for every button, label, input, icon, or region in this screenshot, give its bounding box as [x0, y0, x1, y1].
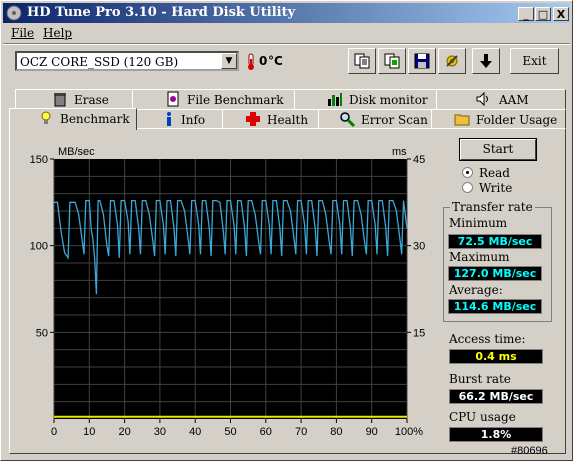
write-radio-label: Write: [479, 181, 513, 195]
x-tick-label: 50: [224, 426, 236, 438]
tab-file-benchmark-label: File Benchmark: [187, 93, 284, 107]
x-tick-label: 90: [366, 426, 378, 438]
tab-aam[interactable]: AAM: [436, 89, 566, 109]
read-radio-dot[interactable]: [462, 167, 473, 178]
maximum-value: 127.0 MB/sec: [448, 266, 542, 281]
tab-benchmark[interactable]: Benchmark: [9, 108, 137, 130]
temperature-unit: °C: [268, 54, 283, 68]
y2-tick-label: 30: [413, 241, 425, 253]
y-tick-label: 100: [30, 241, 48, 253]
y-tick-label: 150: [30, 154, 48, 166]
temperature-value: 0: [259, 54, 268, 68]
write-radio[interactable]: Write: [462, 181, 552, 196]
write-radio-dot[interactable]: [462, 182, 473, 193]
copy-info-button[interactable]: [378, 48, 406, 74]
options-button[interactable]: [438, 48, 466, 74]
menu-bar: File Help: [3, 24, 570, 43]
copy-info-icon: [384, 53, 400, 69]
tab-aam-label: AAM: [499, 93, 529, 107]
tab-disk-monitor[interactable]: Disk monitor: [294, 89, 437, 109]
save-button[interactable]: [408, 48, 436, 74]
x-tick-label: 10: [83, 426, 95, 438]
window-title: HD Tune Pro 3.10 - Hard Disk Utility: [27, 5, 296, 20]
download-button[interactable]: [472, 48, 500, 74]
tab-error-scan-label: Error Scan: [361, 113, 428, 127]
menu-divider: [3, 43, 570, 45]
copy-text-button[interactable]: [348, 48, 376, 74]
y2-axis-label: ms: [392, 146, 407, 158]
bar-chart-icon: [328, 93, 342, 106]
tab-file-benchmark[interactable]: File Benchmark: [132, 89, 295, 109]
cross-icon: [246, 112, 260, 126]
benchmark-chart: 0 10 20 30 40 50 60 70 80 90 100% 150 100 50 45 30 15 MB…: [18, 141, 443, 441]
tab-info[interactable]: Info: [136, 109, 223, 129]
maximize-button[interactable]: □: [535, 7, 551, 21]
x-tick-label: 100%: [395, 426, 423, 438]
folder-icon: [454, 114, 470, 126]
chevron-down-icon[interactable]: ▼: [221, 53, 237, 69]
tab-health[interactable]: Health: [222, 109, 319, 129]
read-radio[interactable]: Read: [462, 166, 552, 181]
drive-select-value: OCZ CORE_SSD (120 GB): [20, 55, 179, 69]
y-axis-label: MB/sec: [58, 146, 95, 158]
minimize-button[interactable]: _: [518, 7, 534, 21]
close-button[interactable]: X: [553, 7, 569, 21]
info-icon: [167, 112, 171, 126]
x-tick-label: 20: [118, 426, 130, 438]
magnifier-icon: [340, 112, 355, 127]
watermark: #80696: [511, 445, 548, 457]
menu-help[interactable]: Help: [43, 26, 72, 40]
minimum-label: Minimum: [449, 216, 508, 230]
average-label: Average:: [449, 283, 503, 297]
tab-health-label: Health: [267, 113, 309, 127]
save-icon: [414, 53, 430, 69]
burst-rate-label: Burst rate: [449, 372, 511, 386]
main-window: HD Tune Pro 3.10 - Hard Disk Utility _ □…: [0, 0, 573, 461]
tab-folder-usage[interactable]: Folder Usage: [431, 109, 566, 129]
options-icon: [446, 55, 458, 67]
temperature-readout: 0 °C: [246, 53, 286, 71]
x-tick-label: 70: [295, 426, 307, 438]
x-tick-label: 60: [260, 426, 272, 438]
minimum-value: 72.5 MB/sec: [448, 234, 542, 249]
read-radio-label: Read: [479, 166, 510, 180]
exit-button[interactable]: Exit: [510, 48, 559, 74]
transfer-rate-label: Transfer rate: [450, 200, 535, 214]
average-value: 114.6 MB/sec: [448, 299, 542, 314]
start-button[interactable]: Start: [459, 138, 537, 161]
burst-rate-value: 66.2 MB/sec: [449, 389, 543, 404]
access-time-label: Access time:: [449, 332, 526, 346]
speaker-icon: [476, 91, 488, 107]
app-icon: [6, 5, 22, 21]
tab-erase[interactable]: Erase: [15, 89, 133, 109]
y2-tick-label: 45: [413, 154, 425, 166]
cpu-usage-value: 1.8%: [449, 427, 543, 442]
trash-icon: [54, 93, 66, 107]
cpu-usage-label: CPU usage: [449, 410, 516, 424]
y-tick-label: 50: [36, 327, 48, 339]
bulb-icon: [41, 111, 51, 124]
tab-disk-monitor-label: Disk monitor: [349, 93, 428, 107]
menu-file[interactable]: File: [11, 26, 34, 40]
tab-folder-usage-label: Folder Usage: [476, 113, 558, 127]
tab-info-label: Info: [181, 113, 206, 127]
title-bar[interactable]: HD Tune Pro 3.10 - Hard Disk Utility _ □…: [3, 3, 570, 23]
thermometer-icon: [248, 53, 254, 70]
maximum-label: Maximum: [449, 250, 510, 264]
y2-tick-label: 15: [413, 327, 425, 339]
tab-benchmark-label: Benchmark: [60, 112, 130, 126]
chart-svg: 0 10 20 30 40 50 60 70 80 90 100% 150 100 50 45 30 15: [30, 154, 426, 438]
x-tick-label: 30: [154, 426, 166, 438]
drive-select[interactable]: OCZ CORE_SSD (120 GB) ▼: [15, 51, 239, 71]
tab-error-scan[interactable]: Error Scan: [318, 109, 432, 129]
tab-erase-label: Erase: [74, 93, 109, 107]
download-icon: [480, 54, 492, 68]
x-tick-label: 40: [189, 426, 201, 438]
x-tick-label: 80: [330, 426, 342, 438]
access-time-value: 0.4 ms: [449, 349, 543, 364]
x-tick-label: 0: [51, 426, 57, 438]
file-icon: [167, 91, 179, 107]
copy-text-icon: [354, 53, 370, 69]
